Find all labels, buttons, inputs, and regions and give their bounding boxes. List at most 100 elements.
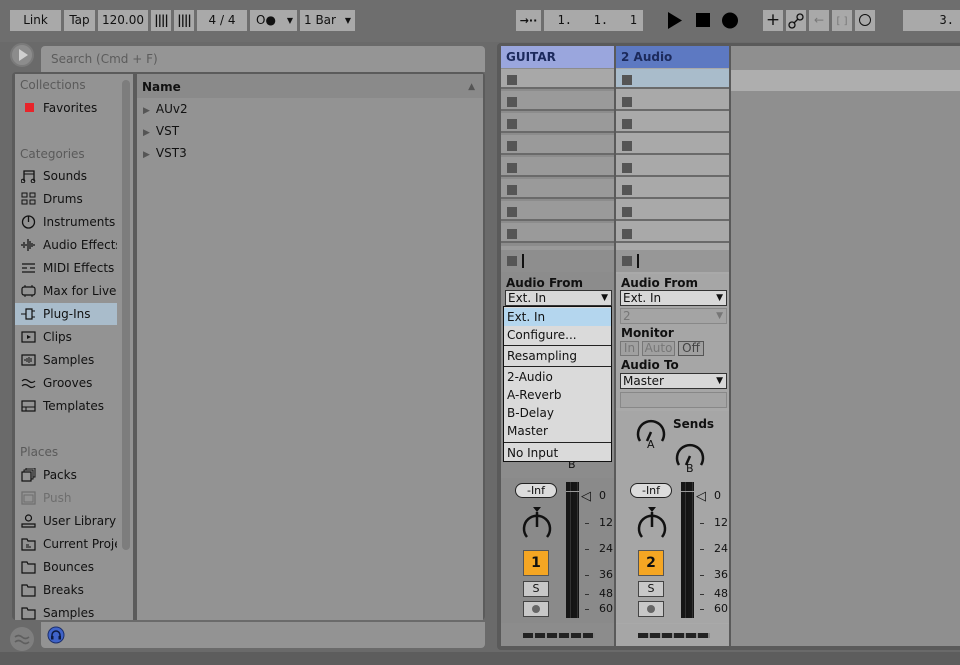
sidebar-item-breaks[interactable]: Breaks	[15, 579, 117, 601]
clip-slot[interactable]	[616, 157, 729, 177]
tap-tempo-button[interactable]: Tap	[64, 10, 95, 31]
browser-search-input[interactable]: Search (Cmd + F)	[41, 46, 485, 72]
clip-slot[interactable]	[616, 223, 729, 243]
input-channel-chooser[interactable]: 2 ▼	[620, 308, 727, 324]
track-activator-button[interactable]: 1	[523, 550, 549, 576]
clip-slot[interactable]	[616, 69, 729, 89]
loop-start-field[interactable]: 3.	[903, 10, 960, 31]
play-icon	[668, 12, 682, 29]
stop-button[interactable]	[695, 10, 711, 31]
sidebar-item-current-project[interactable]: Current Project	[15, 533, 117, 555]
list-item[interactable]: ▶ VST	[143, 120, 179, 142]
menu-item-2-audio[interactable]: 2-Audio	[504, 368, 611, 386]
sidebar-item-instruments[interactable]: Instruments	[15, 211, 117, 233]
sidebar-item-midi-effects[interactable]: MIDI Effects	[15, 257, 117, 279]
automation-arm-button[interactable]	[786, 10, 806, 31]
track-status-slot[interactable]	[616, 250, 729, 272]
sidebar-item-samples[interactable]: Samples	[15, 349, 117, 371]
volume-field[interactable]: -Inf	[630, 483, 672, 498]
clip-slot[interactable]	[501, 91, 614, 111]
sidebar-item-grooves[interactable]: Grooves	[15, 372, 117, 394]
sidebar-item-sounds[interactable]: Sounds	[15, 165, 117, 187]
solo-button[interactable]: S	[638, 581, 664, 597]
clip-slot[interactable]	[501, 201, 614, 221]
sidebar-item-audio-effects[interactable]: Audio Effects	[15, 234, 117, 256]
clip-slot[interactable]	[501, 113, 614, 133]
sidebar-item-push[interactable]: Push	[15, 487, 117, 509]
clip-slot[interactable]	[501, 157, 614, 177]
monitor-auto-button[interactable]: Auto	[642, 341, 675, 356]
monitor-off-button[interactable]: Off	[678, 341, 704, 356]
menu-item-resampling[interactable]: Resampling	[504, 347, 611, 365]
clip-slot[interactable]	[501, 223, 614, 243]
audio-to-chooser[interactable]: Master ▼	[620, 373, 727, 389]
nudge-up-button[interactable]: ||||	[174, 10, 194, 31]
menu-item-b-delay[interactable]: B-Delay	[504, 404, 611, 422]
back-to-arrangement-button[interactable]: ←	[809, 10, 829, 31]
sidebar-item-user-library[interactable]: User Library	[15, 510, 117, 532]
arm-button[interactable]	[523, 601, 549, 617]
clip-slot[interactable]	[616, 113, 729, 133]
clip-stop-icon	[507, 207, 517, 217]
meter-scale-label: 48	[714, 587, 728, 600]
sidebar-item-packs[interactable]: Packs	[15, 464, 117, 486]
volume-field[interactable]: -Inf	[515, 483, 557, 498]
sidebar-item-bounces[interactable]: Bounces	[15, 556, 117, 578]
menu-item-master[interactable]: Master	[504, 422, 611, 440]
output-channel-chooser[interactable]	[620, 392, 727, 408]
pan-knob[interactable]	[634, 503, 670, 543]
groove-pool-button[interactable]	[10, 627, 34, 651]
quantization-menu[interactable]: 1 Bar ▼	[300, 10, 355, 31]
clip-slot[interactable]	[501, 135, 614, 155]
browser-toggle-button[interactable]	[10, 43, 34, 67]
meter-tick	[585, 549, 589, 550]
sidebar-scrollbar[interactable]	[122, 80, 130, 550]
pan-knob[interactable]	[519, 503, 555, 543]
list-item[interactable]: ▶ AUv2	[143, 98, 188, 120]
sidebar-item-drums[interactable]: Drums	[15, 188, 117, 210]
track-title[interactable]: 2 Audio	[616, 46, 729, 68]
clip-slot[interactable]	[501, 69, 614, 89]
menu-item-ext-in[interactable]: Ext. In	[504, 308, 611, 326]
track-status-slot[interactable]	[501, 250, 614, 272]
time-signature-field[interactable]: 4 / 4	[197, 10, 247, 31]
sidebar-item-templates[interactable]: Templates	[15, 395, 117, 417]
track-title[interactable]: GUITAR	[501, 46, 614, 68]
sidebar-item-samples-folder[interactable]: Samples	[15, 602, 117, 620]
sidebar-item-favorites[interactable]: Favorites	[15, 97, 117, 119]
overdub-button[interactable]: +	[763, 10, 783, 31]
audio-from-chooser[interactable]: Ext. In ▼	[505, 290, 612, 306]
clip-slot[interactable]	[616, 91, 729, 111]
arm-button[interactable]	[638, 601, 664, 617]
record-button[interactable]	[721, 10, 739, 31]
meter-scale-label: 36	[714, 568, 728, 581]
track-activator-button[interactable]: 2	[638, 550, 664, 576]
menu-item-configure[interactable]: Configure...	[504, 326, 611, 344]
list-item[interactable]: ▶ VST3	[143, 142, 187, 164]
solo-button[interactable]: S	[523, 581, 549, 597]
session-record-button[interactable]	[855, 10, 875, 31]
monitor-in-button[interactable]: In	[620, 341, 639, 356]
headphones-icon[interactable]	[47, 626, 65, 644]
metronome-button[interactable]: O● ▼	[250, 10, 297, 31]
expand-triangle-icon: ▶	[143, 128, 150, 138]
arrangement-position-field[interactable]: 1. 1. 1	[544, 10, 643, 31]
play-button[interactable]	[666, 10, 684, 31]
clip-slot[interactable]	[616, 135, 729, 155]
follow-button[interactable]: →··	[516, 10, 541, 31]
clip-slot[interactable]	[501, 179, 614, 199]
capture-button[interactable]: [ ]	[832, 10, 852, 31]
menu-item-a-reverb[interactable]: A-Reverb	[504, 386, 611, 404]
groove-wave-icon	[21, 378, 36, 389]
menu-item-no-input[interactable]: No Input	[504, 444, 611, 462]
sidebar-item-max-for-live[interactable]: Max for Live	[15, 280, 117, 302]
clip-slot[interactable]	[616, 201, 729, 221]
audio-from-chooser[interactable]: Ext. In ▼	[620, 290, 727, 306]
nudge-down-button[interactable]: ||||	[151, 10, 171, 31]
link-button[interactable]: Link	[10, 10, 61, 31]
sidebar-item-clips[interactable]: Clips	[15, 326, 117, 348]
clip-slot[interactable]	[616, 179, 729, 199]
name-column-header[interactable]: Name ▲	[137, 74, 483, 98]
tempo-field[interactable]: 120.00	[98, 10, 148, 31]
sidebar-item-plug-ins[interactable]: Plug-Ins	[15, 303, 117, 325]
